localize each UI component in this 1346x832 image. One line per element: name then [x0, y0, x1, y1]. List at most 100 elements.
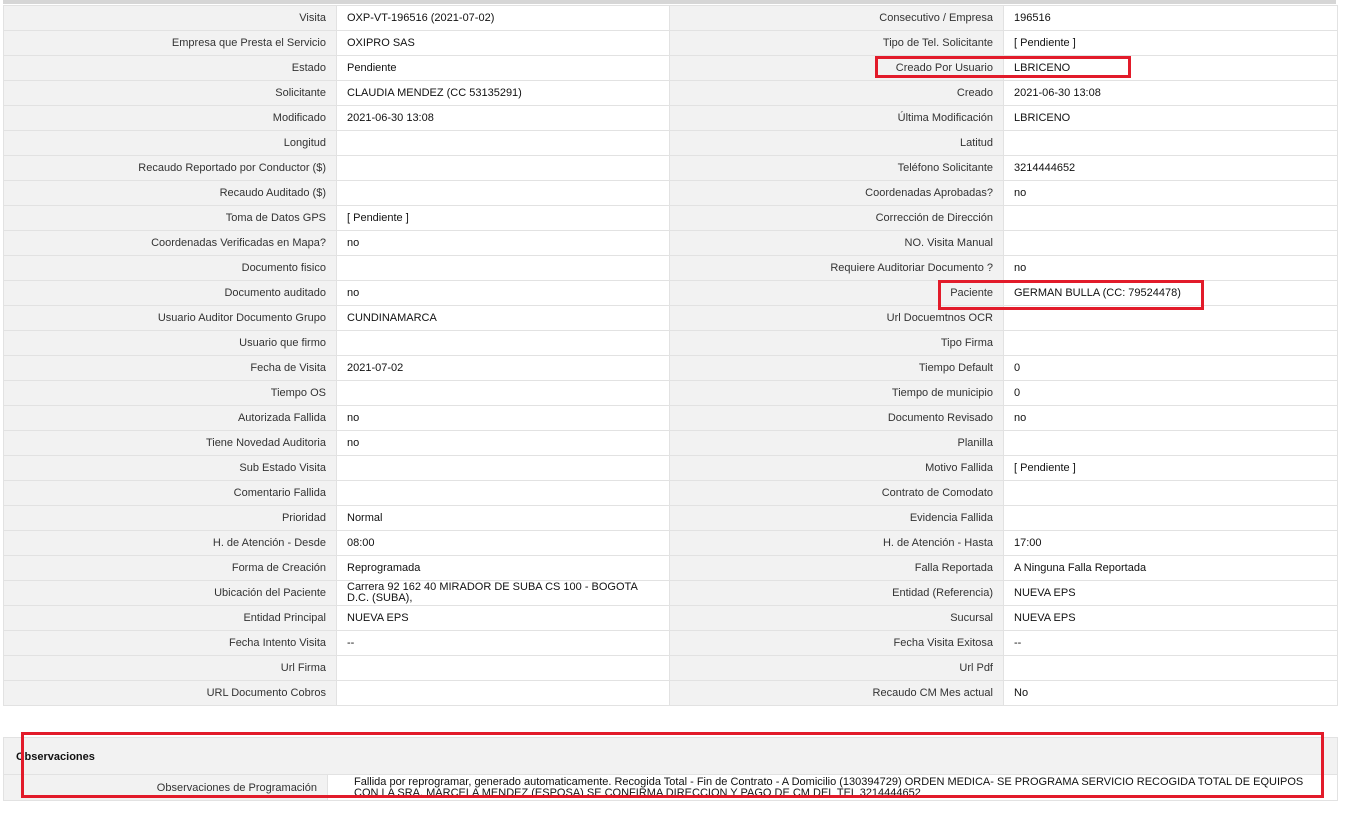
field-value: Carrera 92 162 40 MIRADOR DE SUBA CS 100…	[336, 580, 670, 606]
field-value: Normal	[336, 505, 670, 531]
field-value: NUEVA EPS	[1003, 580, 1338, 606]
field-value: 2021-06-30 13:08	[1003, 80, 1338, 106]
table-row: URL Documento Cobros Recaudo CM Mes actua…	[3, 680, 1338, 706]
field-label: Tiempo de municipio	[669, 380, 1004, 406]
field-value: no	[1003, 255, 1338, 281]
field-label: Longitud	[3, 130, 337, 156]
table-row: Fecha Intento Visita -- Fecha Visita Exit…	[3, 630, 1338, 656]
field-value: no	[1003, 180, 1338, 206]
field-value: 0	[1003, 380, 1338, 406]
field-value: No	[1003, 680, 1338, 706]
field-label: Comentario Fallida	[3, 480, 337, 506]
field-value: 2021-07-02	[336, 355, 670, 381]
table-row: Usuario Auditor Documento Grupo CUNDINAMA…	[3, 305, 1338, 331]
table-row: Tiempo OS Tiempo de municipio 0	[3, 380, 1338, 406]
table-row: Solicitante CLAUDIA MENDEZ (CC 53135291) C…	[3, 80, 1338, 106]
field-label: H. de Atención - Hasta	[669, 530, 1004, 556]
field-label: URL Documento Cobros	[3, 680, 337, 706]
field-value: NUEVA EPS	[1003, 605, 1338, 631]
field-value: A Ninguna Falla Reportada	[1003, 555, 1338, 581]
field-value: [ Pendiente ]	[1003, 455, 1338, 481]
field-label: Creado	[669, 80, 1004, 106]
field-value: --	[1003, 630, 1338, 656]
table-row: Recaudo Reportado por Conductor ($) Teléf…	[3, 155, 1338, 181]
observaciones-row: Observaciones de Programación Fallida po…	[4, 775, 1337, 800]
field-value	[336, 480, 670, 506]
table-row: H. de Atención - Desde 08:00 H. de Atenció…	[3, 530, 1338, 556]
field-label: Contrato de Comodato	[669, 480, 1004, 506]
field-label: Última Modificación	[669, 105, 1004, 131]
field-label: Tiempo Default	[669, 355, 1004, 381]
field-label: Coordenadas Aprobadas?	[669, 180, 1004, 206]
field-value: no	[336, 405, 670, 431]
field-value	[1003, 205, 1338, 231]
visit-detail-body: Visita OXP-VT-196516 (2021-07-02) Consecut…	[3, 5, 1338, 706]
table-row: Url Firma Url Pdf	[3, 655, 1338, 681]
field-label: Estado	[3, 55, 337, 81]
field-value: LBRICENO	[1003, 55, 1338, 81]
field-label: Usuario que firmo	[3, 330, 337, 356]
field-label: Teléfono Solicitante	[669, 155, 1004, 181]
field-label: Fecha Intento Visita	[3, 630, 337, 656]
field-value	[336, 255, 670, 281]
field-label: Url Docuemtnos OCR	[669, 305, 1004, 331]
field-label: Ubicación del Paciente	[3, 580, 337, 606]
field-value: LBRICENO	[1003, 105, 1338, 131]
field-label: Corrección de Dirección	[669, 205, 1004, 231]
field-value	[336, 680, 670, 706]
observaciones-label: Observaciones de Programación	[156, 782, 317, 794]
field-value	[1003, 655, 1338, 681]
field-label: Tiene Novedad Auditoria	[3, 430, 337, 456]
field-label: Recaudo Auditado ($)	[3, 180, 337, 206]
field-label: Prioridad	[3, 505, 337, 531]
field-value: 3214444652	[1003, 155, 1338, 181]
field-label: Recaudo CM Mes actual	[669, 680, 1004, 706]
field-value: [ Pendiente ]	[336, 205, 670, 231]
field-label: Evidencia Fallida	[669, 505, 1004, 531]
observaciones-title: Observaciones	[16, 751, 95, 763]
field-value	[336, 130, 670, 156]
observaciones-value: Fallida por reprogramar, generado automa…	[354, 777, 1304, 797]
field-value	[1003, 305, 1338, 331]
table-row: Modificado 2021-06-30 13:08 Última Modific…	[3, 105, 1338, 131]
field-label: Sucursal	[669, 605, 1004, 631]
table-row: Autorizada Fallida no Documento Revisado …	[3, 405, 1338, 431]
field-value: 196516	[1003, 5, 1338, 31]
field-value: 08:00	[336, 530, 670, 556]
table-row: Estado Pendiente Creado Por Usuario LBRICEN…	[3, 55, 1338, 81]
field-label: Consecutivo / Empresa	[669, 5, 1004, 31]
field-value: OXIPRO SAS	[336, 30, 670, 56]
field-label: Creado Por Usuario	[669, 55, 1004, 81]
field-label: Motivo Fallida	[669, 455, 1004, 481]
field-value: 2021-06-30 13:08	[336, 105, 670, 131]
field-label: NO. Visita Manual	[669, 230, 1004, 256]
field-label: Documento fisico	[3, 255, 337, 281]
table-row: Documento fisico Requiere Auditoriar Docu…	[3, 255, 1338, 281]
table-row: Prioridad Normal Evidencia Fallida	[3, 505, 1338, 531]
field-value	[1003, 330, 1338, 356]
table-row: Recaudo Auditado ($) Coordenadas Aprobada…	[3, 180, 1338, 206]
field-value: no	[1003, 405, 1338, 431]
field-value	[336, 330, 670, 356]
field-value	[1003, 480, 1338, 506]
table-row: Visita OXP-VT-196516 (2021-07-02) Consecut…	[3, 5, 1338, 31]
table-row: Documento auditado no Paciente GERMAN BULL…	[3, 280, 1338, 306]
field-value: CUNDINAMARCA	[336, 305, 670, 331]
field-label: Entidad (Referencia)	[669, 580, 1004, 606]
field-label: Sub Estado Visita	[3, 455, 337, 481]
field-label: Fecha de Visita	[3, 355, 337, 381]
field-value: 17:00	[1003, 530, 1338, 556]
field-label: Url Firma	[3, 655, 337, 681]
field-label: Recaudo Reportado por Conductor ($)	[3, 155, 337, 181]
field-value	[1003, 505, 1338, 531]
field-label: Latitud	[669, 130, 1004, 156]
table-row: Ubicación del Paciente Carrera 92 162 40 …	[3, 580, 1338, 606]
field-label: Visita	[3, 5, 337, 31]
field-label: Modificado	[3, 105, 337, 131]
table-row: Sub Estado Visita Motivo Fallida[ Pendien…	[3, 455, 1338, 481]
table-row: Coordenadas Verificadas en Mapa? no NO. V…	[3, 230, 1338, 256]
table-row: Usuario que firmo Tipo Firma	[3, 330, 1338, 356]
top-divider	[3, 0, 1336, 4]
field-value: no	[336, 280, 670, 306]
field-label: Tiempo OS	[3, 380, 337, 406]
